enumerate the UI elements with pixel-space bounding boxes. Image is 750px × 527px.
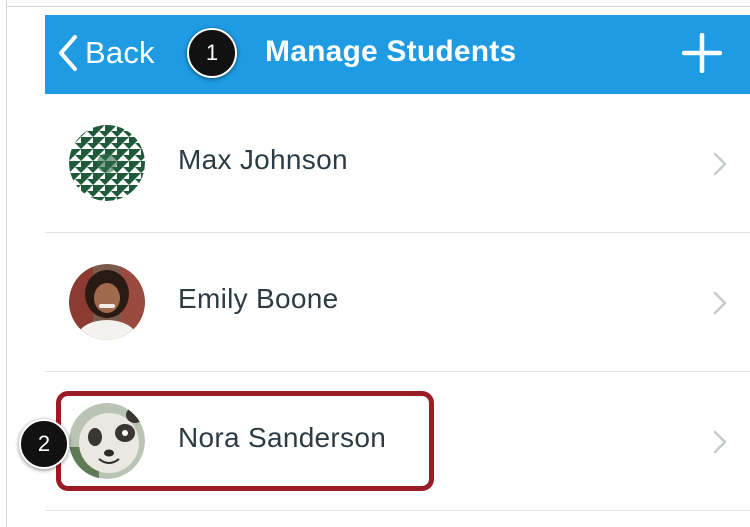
page-title: Manage Students — [265, 35, 517, 68]
frame-border-top — [6, 6, 750, 7]
avatar — [69, 264, 145, 340]
back-button[interactable]: Back — [57, 31, 155, 75]
student-name: Emily Boone — [178, 283, 339, 314]
avatar — [69, 125, 145, 201]
woman-photo-avatar-icon — [69, 264, 145, 340]
callout-badge-1: 1 — [187, 28, 237, 78]
back-label: Back — [85, 35, 155, 70]
chevron-right-icon — [713, 152, 727, 176]
student-name: Max Johnson — [178, 144, 348, 175]
student-row-emily-boone[interactable]: Emily Boone — [45, 233, 750, 371]
chevron-left-icon — [59, 35, 77, 71]
row-divider — [45, 510, 750, 511]
plus-icon — [681, 32, 723, 74]
navigation-bar: Back Manage Students — [45, 15, 750, 94]
add-student-button[interactable] — [681, 32, 723, 74]
callout-badge-2: 2 — [19, 419, 69, 469]
frame-border-left — [6, 0, 7, 527]
chevron-right-icon — [713, 291, 727, 315]
highlight-box — [56, 391, 434, 491]
student-row-max-johnson[interactable]: Max Johnson — [45, 94, 750, 232]
chevron-right-icon — [713, 430, 727, 454]
geometric-pattern-avatar-icon — [69, 125, 145, 201]
